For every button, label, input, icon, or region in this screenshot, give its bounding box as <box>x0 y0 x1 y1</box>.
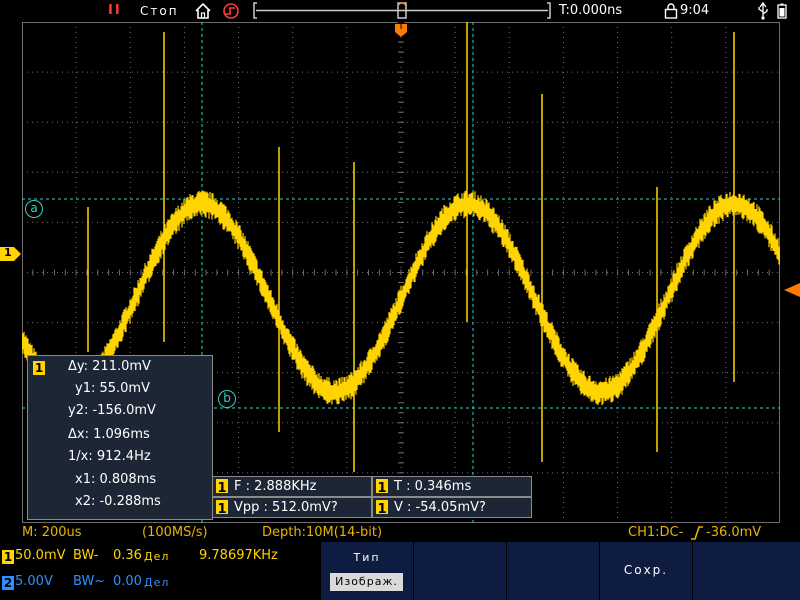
cursor-b-marker[interactable]: b <box>218 390 236 408</box>
display-type-value[interactable]: Изображ. <box>330 573 403 591</box>
frequency-value: F : 2.888KHz <box>234 479 317 494</box>
cursor-panel-channel: 1 <box>33 361 45 375</box>
period-value: T : 0.346ms <box>394 479 472 494</box>
stop-icon: II <box>108 3 122 18</box>
vavg-value: V : -54.05mV? <box>394 500 486 515</box>
delta-y-value: Δy: 211.0mV <box>68 359 151 374</box>
ch1-frequency: 9.78697KHz <box>199 548 278 563</box>
trigger-position-marker[interactable]: T <box>395 21 407 41</box>
x2-value: x2: -0.288ms <box>75 494 161 509</box>
ch1-level-marker-label: 1 <box>4 246 12 259</box>
period-channel-badge: 1 <box>376 479 388 496</box>
softkey-5[interactable] <box>692 542 800 600</box>
ch2-offset: 0.00 <box>113 574 142 589</box>
ch2-scale: 5.00V <box>15 574 53 589</box>
freq-channel-badge: 1 <box>216 479 228 496</box>
softkey-save-label: Сохр. <box>623 563 669 577</box>
ch1-offset-unit: Дел <box>144 550 170 563</box>
ch2-badge: 2 <box>2 576 14 590</box>
memory-position-bar[interactable] <box>253 1 551 19</box>
status-bar: II Стоп T:0.000ns 9:04 <box>0 0 800 22</box>
vpp-channel-badge: 1 <box>216 500 228 517</box>
ch1-bandwidth: BW- <box>73 548 99 563</box>
timebase: M: 200us <box>22 525 82 540</box>
ch1-scale: 50.0mV <box>15 548 66 563</box>
x1-value: x1: 0.808ms <box>75 472 157 487</box>
softkey-type[interactable]: Тип Изображ. <box>320 542 413 600</box>
clock: 9:04 <box>680 3 710 18</box>
softkey-3[interactable] <box>506 542 599 600</box>
trigger-info: CH1:DC- <box>628 525 684 540</box>
ch1-settings-row[interactable]: 1 50.0mV BW- 0.36 Дел 9.78697KHz <box>0 547 320 567</box>
y2-value: y2: -156.0mV <box>68 403 156 418</box>
bottom-bar: 1 50.0mV BW- 0.36 Дел 9.78697KHz 2 5.00V… <box>0 542 800 600</box>
cursor-measure-panel: 1 Δy: 211.0mV y1: 55.0mV y2: -156.0mV Δx… <box>27 355 213 520</box>
inverse-x-value: 1/x: 912.4Hz <box>68 449 151 464</box>
run-state-label[interactable]: Стоп <box>140 0 179 22</box>
trigger-position-label: T <box>398 21 405 32</box>
vpp-measurement: 1 Vpp : 512.0mV? <box>212 497 372 518</box>
vavg-channel-badge: 1 <box>376 500 388 517</box>
y1-value: y1: 55.0mV <box>75 381 150 396</box>
ch2-bandwidth: BW~ <box>73 574 106 589</box>
vpp-value: Vpp : 512.0mV? <box>234 500 338 515</box>
trigger-level: -36.0mV <box>706 525 762 540</box>
sample-rate: (100MS/s) <box>142 525 208 540</box>
battery-icon <box>775 3 789 23</box>
cursor-a-marker[interactable]: a <box>25 200 43 218</box>
home-icon[interactable] <box>194 2 212 24</box>
trigger-level-marker[interactable] <box>784 282 800 301</box>
frequency-measurement: 1 F : 2.888KHz <box>212 476 372 497</box>
softkey-save[interactable]: Сохр. <box>599 542 692 600</box>
softkey-type-label: Тип <box>353 551 381 564</box>
trigger-source-icon[interactable] <box>220 2 242 24</box>
period-measurement: 1 T : 0.346ms <box>372 476 532 497</box>
delta-x-value: Δx: 1.096ms <box>68 427 150 442</box>
ch1-offset: 0.36 <box>113 548 142 563</box>
ch1-level-marker[interactable]: 1 <box>0 246 22 265</box>
softkey-2[interactable] <box>413 542 506 600</box>
usb-icon <box>757 1 769 24</box>
ch2-offset-unit: Дел <box>144 576 170 589</box>
ch1-badge: 1 <box>2 550 14 564</box>
vavg-measurement: 1 V : -54.05mV? <box>372 497 532 518</box>
memory-depth: Depth:10M(14-bit) <box>262 525 383 540</box>
ch2-settings-row[interactable]: 2 5.00V BW~ 0.00 Дел <box>0 573 320 593</box>
trigger-time: T:0.000ns <box>559 3 623 18</box>
lock-icon <box>664 3 678 23</box>
